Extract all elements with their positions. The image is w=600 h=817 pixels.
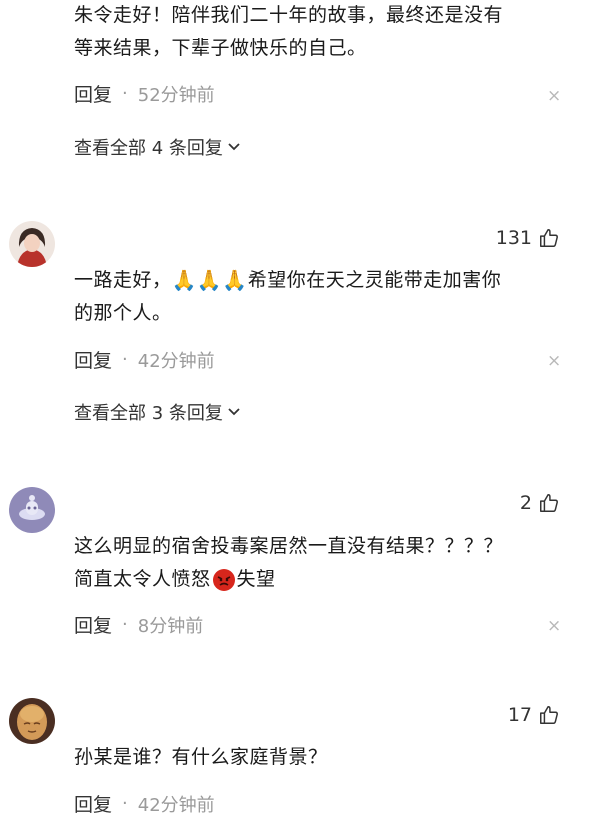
separator-dot: · — [122, 793, 128, 814]
praying-hands-icon: 🙏 — [196, 268, 223, 292]
like-count-value: 2 — [519, 492, 532, 514]
like-count[interactable]: 2 — [520, 492, 560, 514]
reply-button[interactable]: 回复 — [74, 611, 112, 638]
close-icon[interactable]: × — [547, 86, 561, 106]
comment-time: 42分钟前 — [137, 794, 215, 816]
separator-dot: · — [122, 349, 128, 370]
comment-line: 这么明显的宿舍投毒案居然一直没有结果？？？？ — [74, 535, 504, 557]
praying-hands-icon: 🙏 — [171, 268, 197, 292]
like-count-value: 131 — [495, 227, 532, 249]
praying-hands-icon: 🙏 — [222, 268, 248, 292]
comment-line: 等来结果，下辈子做快乐的自己。 — [74, 37, 367, 59]
comment-time: 42分钟前 — [137, 350, 215, 372]
view-all-replies-label: 查看全部 3 条回复 — [74, 403, 223, 424]
angry-face-icon — [212, 568, 235, 591]
like-count[interactable]: 131 — [496, 227, 560, 249]
reply-button[interactable]: 回复 — [74, 790, 112, 817]
reply-button[interactable]: 回复 — [74, 80, 112, 107]
comment-line: 的那个人。 — [74, 302, 172, 324]
comment-text: 一路走好，🙏🙏🙏希望你在天之灵能带走加害你 的那个人。 — [74, 264, 501, 330]
chevron-down-icon — [228, 143, 240, 151]
separator-dot: · — [122, 83, 128, 104]
view-all-replies-button[interactable]: 查看全部 3 条回复 — [74, 399, 241, 425]
close-icon[interactable]: × — [547, 616, 561, 636]
view-all-replies-label: 查看全部 4 条回复 — [74, 138, 223, 159]
comment-meta: 回复 · 42分钟前 — [74, 346, 215, 373]
separator-dot: · — [122, 614, 128, 635]
comment-meta: 回复 · 8分钟前 — [74, 611, 203, 638]
comment-text: 孙某是谁？有什么家庭背景？ — [74, 741, 328, 774]
comment-line: 一路走好，🙏🙏🙏希望你在天之灵能带走加害你 — [74, 264, 501, 297]
close-icon[interactable]: × — [547, 351, 561, 371]
comment-time: 8分钟前 — [137, 615, 204, 637]
thumbs-up-icon — [540, 494, 558, 512]
comment-meta: 回复 · 42分钟前 — [74, 790, 215, 817]
comment-line: 朱令走好！陪伴我们二十年的故事，最终还是没有 — [74, 4, 504, 26]
avatar[interactable] — [9, 698, 55, 744]
comment-line: 孙某是谁？有什么家庭背景？ — [74, 746, 328, 768]
like-count[interactable]: 17 — [508, 704, 560, 726]
comment-time: 52分钟前 — [137, 84, 215, 106]
reply-button[interactable]: 回复 — [74, 346, 112, 373]
comment-line: 简直太令人愤怒 失望 — [74, 568, 276, 591]
avatar[interactable] — [9, 221, 55, 267]
thumbs-up-icon — [540, 229, 558, 247]
comment-text: 朱令走好！陪伴我们二十年的故事，最终还是没有 等来结果，下辈子做快乐的自己。 — [74, 0, 503, 65]
avatar[interactable] — [9, 487, 55, 533]
chevron-down-icon — [228, 408, 240, 416]
like-count-value: 17 — [507, 704, 532, 726]
comment-text: 这么明显的宿舍投毒案居然一直没有结果？？？？ 简直太令人愤怒 失望 — [74, 530, 503, 596]
thumbs-up-icon — [540, 706, 558, 724]
comment-meta: 回复 · 52分钟前 — [74, 80, 215, 107]
view-all-replies-button[interactable]: 查看全部 4 条回复 — [74, 134, 241, 160]
